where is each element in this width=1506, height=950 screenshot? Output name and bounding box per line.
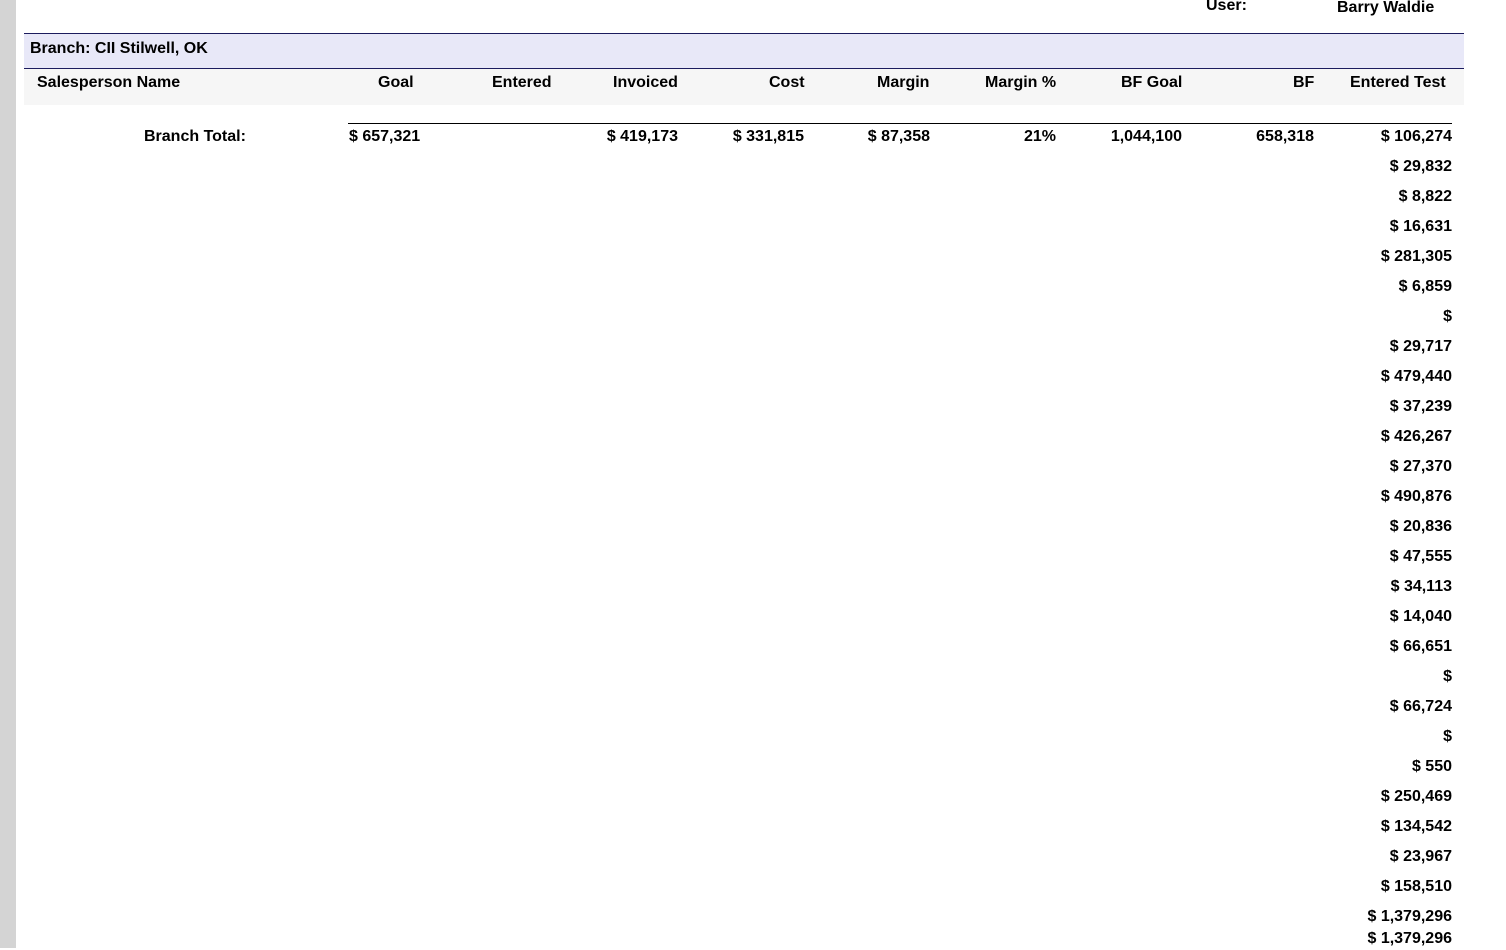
entered-test-value: $ 29,717	[1389, 338, 1452, 355]
column-header-row: Salesperson Name Goal Entered Invoiced C…	[24, 69, 1464, 105]
total-invoiced: $ 419,173	[606, 128, 678, 145]
user-row: User: Barry Waldie	[16, 0, 1506, 17]
entered-test-value: $ 66,724	[1389, 698, 1452, 715]
entered-test-value: $ 6,859	[1398, 278, 1452, 295]
report-page: User: Barry Waldie Branch: CII Stilwell,…	[16, 0, 1506, 948]
entered-test-value: $	[1443, 308, 1452, 325]
total-margin: $ 87,358	[867, 128, 930, 145]
col-cost: Cost	[769, 74, 805, 91]
entered-test-value: $ 27,370	[1389, 458, 1452, 475]
col-margin: Margin	[877, 74, 930, 91]
total-margin-pct: 21%	[1023, 128, 1056, 145]
user-label: User:	[1206, 0, 1247, 14]
entered-test-value: $ 550	[1411, 758, 1452, 775]
entered-test-value: $ 16,631	[1389, 218, 1452, 235]
entered-test-value: $ 426,267	[1380, 428, 1452, 445]
total-bf: 658,318	[1256, 128, 1314, 145]
user-name: Barry Waldie	[1337, 0, 1435, 16]
entered-test-value: $ 1,379,296	[1367, 930, 1452, 947]
entered-test-value: $ 1,379,296	[1367, 908, 1452, 925]
entered-test-value: $ 34,113	[1390, 578, 1452, 595]
entered-test-value: $ 37,239	[1389, 398, 1452, 415]
col-entered: Entered	[492, 74, 552, 91]
entered-test-value: $ 29,832	[1389, 158, 1452, 175]
entered-test-value: $ 66,651	[1389, 638, 1452, 655]
entered-test-value: $ 23,967	[1389, 848, 1452, 865]
col-invoiced: Invoiced	[613, 74, 678, 91]
entered-test-value: $ 479,440	[1380, 368, 1452, 385]
entered-test-value: $ 134,542	[1380, 818, 1452, 835]
branch-total-label: Branch Total:	[144, 128, 246, 145]
total-cost: $ 331,815	[732, 128, 804, 145]
col-goal: Goal	[378, 74, 414, 91]
entered-test-value: $ 490,876	[1380, 488, 1452, 505]
entered-test-value: $	[1443, 668, 1452, 685]
entered-test-value: $ 250,469	[1380, 788, 1452, 805]
total-divider	[348, 123, 1452, 124]
entered-test-value: $ 47,555	[1389, 548, 1452, 565]
col-salesperson-name: Salesperson Name	[37, 74, 181, 91]
col-bf: BF	[1293, 74, 1315, 91]
branch-title: Branch: CII Stilwell, OK	[30, 40, 208, 57]
entered-test-value: $ 281,305	[1380, 248, 1452, 265]
branch-total-row: Branch Total: $ 657,321 $ 419,173 $ 331,…	[16, 128, 1506, 148]
col-bf-goal: BF Goal	[1121, 74, 1183, 91]
left-gutter	[0, 0, 16, 948]
entered-test-value: $	[1443, 728, 1452, 745]
col-margin-pct: Margin %	[985, 74, 1057, 91]
entered-test-value: $ 158,510	[1380, 878, 1452, 895]
entered-test-value: $ 20,836	[1389, 518, 1452, 535]
total-entered-test: $ 106,274	[1380, 128, 1452, 145]
total-goal: $ 657,321	[349, 128, 421, 145]
entered-test-value: $ 14,040	[1389, 608, 1452, 625]
total-bf-goal: 1,044,100	[1110, 128, 1182, 145]
entered-test-value: $ 8,822	[1398, 188, 1452, 205]
col-entered-test: Entered Test	[1350, 74, 1446, 91]
branch-header: Branch: CII Stilwell, OK	[24, 33, 1464, 69]
entered-test-column: $ 29,832 $ 8,822 $ 16,631 $ 281,305 $ 6,…	[1316, 158, 1452, 950]
